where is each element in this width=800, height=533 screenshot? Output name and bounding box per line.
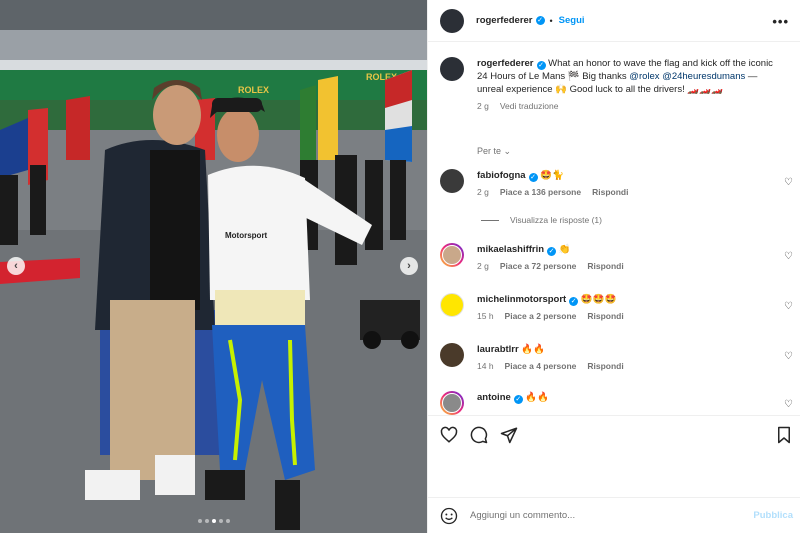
comment-input[interactable] xyxy=(470,510,730,521)
comment-text: 🔥🔥 xyxy=(525,392,550,403)
replies-line xyxy=(481,219,499,221)
publish-button[interactable]: Pubblica xyxy=(753,510,793,521)
comment-text: 🔥🔥 xyxy=(521,344,546,355)
caption-meta: 2 g Vedi traduzione xyxy=(477,101,777,111)
heart-icon[interactable] xyxy=(440,426,458,444)
avatar[interactable] xyxy=(440,169,464,193)
carousel-dot xyxy=(197,519,202,523)
avatar[interactable] xyxy=(440,57,464,81)
carousel-dot-active xyxy=(211,519,216,523)
verified-badge-icon: ✓ xyxy=(513,395,523,404)
comments-scroll[interactable]: rogerfederer ✓ What an honor to wave the … xyxy=(428,43,800,415)
avatar[interactable] xyxy=(440,343,464,367)
caption-text: rogerfederer ✓ What an honor to wave the … xyxy=(477,57,777,96)
post-header: rogerfederer ✓ • Segui ••• xyxy=(428,0,800,42)
comment-likes[interactable]: Piace a 4 persone xyxy=(505,361,577,371)
chevron-down-icon: ⌄ xyxy=(503,146,512,156)
verified-badge-icon: ✓ xyxy=(528,173,538,182)
rolex-banner-1: ROLEX xyxy=(238,85,269,95)
heart-icon[interactable]: ♡ xyxy=(784,351,793,362)
reply-button[interactable]: Rispondi xyxy=(587,361,623,371)
caption-username[interactable]: rogerfederer xyxy=(477,58,534,69)
comment-time[interactable]: 2 g xyxy=(477,261,489,271)
comment-likes[interactable]: Piace a 2 persone xyxy=(505,311,577,321)
avatar[interactable] xyxy=(440,293,464,317)
bookmark-icon[interactable] xyxy=(775,426,793,444)
avatar[interactable] xyxy=(440,8,464,33)
view-replies-label: Visualizza le risposte (1) xyxy=(510,215,602,225)
reply-button[interactable]: Rispondi xyxy=(587,261,623,271)
comment-item: laurabtlrr 🔥🔥 14 h Piace a 4 persone Rispo… xyxy=(440,343,790,371)
separator-dot: • xyxy=(549,15,553,26)
verified-badge-icon: ✓ xyxy=(569,297,579,306)
avatar[interactable] xyxy=(440,391,464,415)
comment-time[interactable]: 15 h xyxy=(477,311,494,321)
heart-icon[interactable]: ♡ xyxy=(784,251,793,262)
heart-icon[interactable]: ♡ xyxy=(784,177,793,188)
comment-item: michelinmotorsport ✓ 🤩🤩🤩 15 h Piace a 2 pe… xyxy=(440,293,790,321)
avatar[interactable] xyxy=(440,243,464,267)
verified-badge-icon: ✓ xyxy=(547,247,557,256)
comment-likes[interactable]: Piace a 136 persone xyxy=(500,187,581,197)
comment-time[interactable]: 14 h xyxy=(477,361,494,371)
emoji-icon[interactable] xyxy=(440,507,458,525)
carousel-dot xyxy=(218,519,223,523)
comment-sort[interactable]: Per te ⌄ xyxy=(477,146,511,157)
add-comment-bar: Pubblica xyxy=(428,497,800,533)
comment-item: mikaelashiffrin ✓ 👏 2 g Piace a 72 persone… xyxy=(440,243,790,271)
more-options-icon[interactable]: ••• xyxy=(772,14,789,29)
verified-badge-icon: ✓ xyxy=(536,61,546,70)
heart-icon[interactable]: ♡ xyxy=(784,399,793,410)
view-replies[interactable]: Visualizza le risposte (1) xyxy=(481,215,602,225)
comment-username[interactable]: fabiofogna xyxy=(477,170,526,181)
mention-rolex[interactable]: @rolex xyxy=(629,71,659,82)
reply-button[interactable]: Rispondi xyxy=(592,187,628,197)
post-photo[interactable]: ROLEX ROLEX Motorsport ‹ › xyxy=(0,0,427,533)
carousel-dot xyxy=(225,519,230,523)
translate-link[interactable]: Vedi traduzione xyxy=(500,101,559,111)
mention-lemans[interactable]: @24heuresdumans xyxy=(662,71,745,82)
comment-username[interactable]: laurabtlrr xyxy=(477,344,519,355)
comment-icon[interactable] xyxy=(470,426,488,444)
action-bar xyxy=(428,415,800,497)
reply-button[interactable]: Rispondi xyxy=(587,311,623,321)
comment-item: fabiofogna ✓ 🤩🐈 2 g Piace a 136 persone Ris… xyxy=(440,169,790,197)
carousel-dot xyxy=(204,519,209,523)
author-username[interactable]: rogerfederer xyxy=(476,15,533,26)
post-side-panel: rogerfederer ✓ • Segui ••• rogerfederer ✓… xyxy=(427,0,800,533)
comment-item: antoine ✓ 🔥🔥 xyxy=(440,391,790,415)
photo-scene: ROLEX ROLEX Motorsport xyxy=(0,0,427,533)
comment-text: 🤩🐈 xyxy=(540,170,564,181)
comment-text: 👏 xyxy=(558,244,571,255)
comment-username[interactable]: antoine xyxy=(477,392,511,403)
follow-button[interactable]: Segui xyxy=(559,15,585,26)
comment-username[interactable]: mikaelashiffrin xyxy=(477,244,544,255)
race-suit-logo: Motorsport xyxy=(225,231,268,240)
heart-icon[interactable]: ♡ xyxy=(784,301,793,312)
instagram-post-modal: ROLEX ROLEX Motorsport ‹ › rogerfederer … xyxy=(0,0,800,533)
carousel-dots xyxy=(0,519,427,523)
sort-label: Per te xyxy=(477,146,502,156)
chevron-right-icon[interactable]: › xyxy=(400,257,418,275)
verified-badge-icon: ✓ xyxy=(535,16,545,25)
comment-likes[interactable]: Piace a 72 persone xyxy=(500,261,577,271)
share-icon[interactable] xyxy=(500,426,518,444)
chevron-left-icon[interactable]: ‹ xyxy=(7,257,25,275)
caption-time[interactable]: 2 g xyxy=(477,101,489,111)
comment-text: 🤩🤩🤩 xyxy=(580,294,617,305)
comment-username[interactable]: michelinmotorsport xyxy=(477,294,566,305)
comment-time[interactable]: 2 g xyxy=(477,187,489,197)
caption: rogerfederer ✓ What an honor to wave the … xyxy=(440,57,790,111)
